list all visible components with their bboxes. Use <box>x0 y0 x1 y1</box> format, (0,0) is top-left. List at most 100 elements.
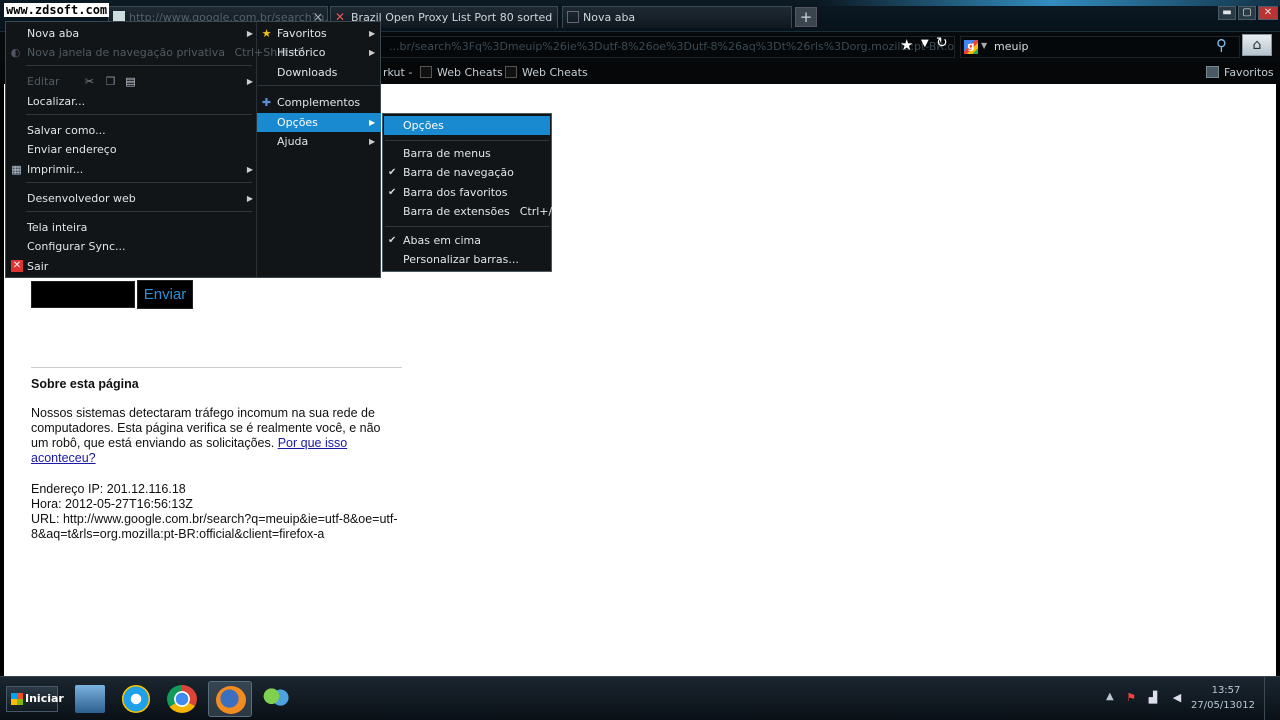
tray-expand-icon[interactable]: ▲ <box>1106 691 1114 702</box>
menu-item-find[interactable]: Localizar... <box>27 92 251 111</box>
google-engine-icon[interactable]: g <box>964 40 978 54</box>
time-stamp: Hora: 2012-05-27T16:56:13Z <box>31 497 193 511</box>
star-icon: ★ <box>261 27 272 40</box>
menu-item-addons[interactable]: ✚ Complementos <box>262 93 377 112</box>
printer-icon: ▦ <box>11 163 22 176</box>
blank-page-icon <box>567 11 579 23</box>
menu-label: Ajuda <box>277 135 309 148</box>
menu-item-new-tab[interactable]: Nova aba ▶ <box>27 24 253 43</box>
maximize-button[interactable]: ▢ <box>1238 6 1256 20</box>
favorites-label: Favoritos <box>1224 66 1274 79</box>
menu-label: Opções <box>277 116 318 129</box>
menu-label: Barra de extensões <box>403 205 510 218</box>
menu-label: Enviar endereço <box>27 143 117 156</box>
mask-icon: ◐ <box>10 46 21 59</box>
chrome-icon <box>167 685 197 713</box>
submenu-item-menu-bar[interactable]: Barra de menus <box>403 144 548 163</box>
start-label: Iniciar <box>25 692 64 705</box>
engine-dropdown-icon[interactable]: ▼ <box>981 41 987 50</box>
tab-new[interactable]: Nova aba <box>562 6 792 28</box>
taskbar-app-internet-explorer[interactable] <box>114 681 158 717</box>
bookmark-star-icon[interactable]: ★ <box>900 36 913 54</box>
paste-icon: ▤ <box>125 75 136 88</box>
bookmark-label: Web Cheats <box>522 66 588 79</box>
reload-icon[interactable]: ↻ <box>936 35 948 51</box>
url-dropdown-icon[interactable]: ▼ <box>921 38 929 49</box>
taskbar-app-messenger[interactable] <box>254 681 298 717</box>
firefox-icon <box>216 686 246 714</box>
url-info: URL: http://www.google.com.br/search?q=m… <box>31 512 398 541</box>
submenu-arrow-icon: ▶ <box>246 165 253 174</box>
start-button[interactable]: Iniciar <box>6 686 64 712</box>
menu-item-exit[interactable]: ✕ Sair <box>11 257 251 276</box>
menu-label: Localizar... <box>27 95 86 108</box>
menu-label: Opções <box>403 119 444 132</box>
show-desktop-button[interactable] <box>1264 677 1280 720</box>
submenu-item-options[interactable]: Opções <box>384 116 550 135</box>
close-button[interactable]: ✕ <box>1258 6 1278 20</box>
search-value: meuip <box>994 40 1029 53</box>
new-tab-button[interactable]: + <box>795 7 817 27</box>
submenu-item-customize[interactable]: Personalizar barras... <box>403 250 548 269</box>
menu-item-print[interactable]: ▦ Imprimir... ▶ <box>11 160 253 179</box>
menu-item-options[interactable]: Opções ▶ <box>257 113 381 132</box>
captcha-input[interactable] <box>31 281 135 308</box>
menu-item-sync[interactable]: Configurar Sync... <box>27 237 251 256</box>
tab-label: Brazil Open Proxy List Port 80 sorted ..… <box>351 11 558 24</box>
menu-label: Complementos <box>277 96 361 109</box>
taskbar-app-task-manager[interactable] <box>68 681 112 717</box>
clock-date[interactable]: 27/05/13012 <box>1190 700 1256 711</box>
menu-item-history[interactable]: Histórico ▶ <box>277 43 377 62</box>
submenu-item-bookmarks-bar[interactable]: ✔ Barra dos favoritos <box>388 183 548 202</box>
menu-item-downloads[interactable]: Downloads <box>277 63 377 82</box>
submenu-item-addon-bar[interactable]: Barra de extensões Ctrl+/ <box>403 202 552 221</box>
network-signal-icon[interactable]: ▟ <box>1146 691 1160 705</box>
menu-item-edit[interactable]: Editar ✂ ❐ ▤ ▶ <box>27 72 253 91</box>
titlebar-glow <box>820 0 1280 6</box>
menu-label: Imprimir... <box>27 163 84 176</box>
task-manager-icon <box>75 685 105 713</box>
bookmark-web-cheats[interactable]: Web Cheats <box>420 66 503 80</box>
menu-label: Nova janela de navegação privativa <box>27 46 225 59</box>
taskbar-app-firefox[interactable] <box>208 681 252 717</box>
menu-label: Desenvolvedor web <box>27 192 136 205</box>
menu-label: Editar <box>27 75 60 88</box>
minimize-button[interactable]: ▬ <box>1218 6 1236 20</box>
taskbar-app-chrome[interactable] <box>160 681 204 717</box>
security-tray-icon[interactable]: ⚑ <box>1124 691 1138 705</box>
bookmark-orkut[interactable]: rkut - <box>383 66 412 80</box>
menu-label: Sair <box>27 260 49 273</box>
menu-item-fullscreen[interactable]: Tela inteira <box>27 218 251 237</box>
bookmark-web-cheats-2[interactable]: Web Cheats <box>505 66 588 80</box>
clock-time[interactable]: 13:57 <box>1196 685 1256 696</box>
cut-icon: ✂ <box>84 75 95 88</box>
url-bar[interactable]: ...br/search%3Fq%3Dmeuip%26ie%3Dutf-8%26… <box>380 36 955 58</box>
menu-separator <box>385 226 549 227</box>
send-button[interactable]: Enviar <box>137 280 193 309</box>
menu-item-save-as[interactable]: Salvar como... <box>27 121 251 140</box>
home-button[interactable]: ⌂ <box>1242 34 1272 56</box>
tab-label: Nova aba <box>583 11 636 24</box>
menu-item-web-developer[interactable]: Desenvolvedor web ▶ <box>27 189 253 208</box>
search-input[interactable]: g ▼ meuip <box>960 36 1240 58</box>
puzzle-icon: ✚ <box>261 96 272 109</box>
submenu-item-nav-bar[interactable]: ✔ Barra de navegação <box>388 163 548 182</box>
menu-label: Histórico <box>277 46 326 59</box>
menu-item-send-address[interactable]: Enviar endereço <box>27 140 251 159</box>
messenger-icon <box>261 685 291 713</box>
submenu-arrow-icon: ▶ <box>369 29 376 38</box>
submenu-arrow-icon: ▶ <box>246 194 253 203</box>
checkmark-icon: ✔ <box>388 167 397 178</box>
menu-shortcut: Ctrl+/ <box>519 205 553 218</box>
submenu-item-tabs-on-top[interactable]: ✔ Abas em cima <box>388 231 548 250</box>
volume-icon[interactable]: ◀ <box>1170 691 1184 705</box>
menu-separator <box>26 114 252 115</box>
menu-label: Tela inteira <box>27 221 88 234</box>
menu-item-private-window[interactable]: ◐ Nova janela de navegação privativa Ctrl… <box>11 43 304 62</box>
search-magnifier-icon[interactable]: ⚲ <box>1216 36 1227 54</box>
menu-label: Barra dos favoritos <box>403 186 508 199</box>
menu-item-bookmarks[interactable]: ★ Favoritos ▶ <box>262 24 377 43</box>
submenu-arrow-icon: ▶ <box>369 118 376 127</box>
menu-item-help[interactable]: Ajuda ▶ <box>277 132 377 151</box>
favorites-button[interactable]: Favoritos <box>1206 66 1274 80</box>
